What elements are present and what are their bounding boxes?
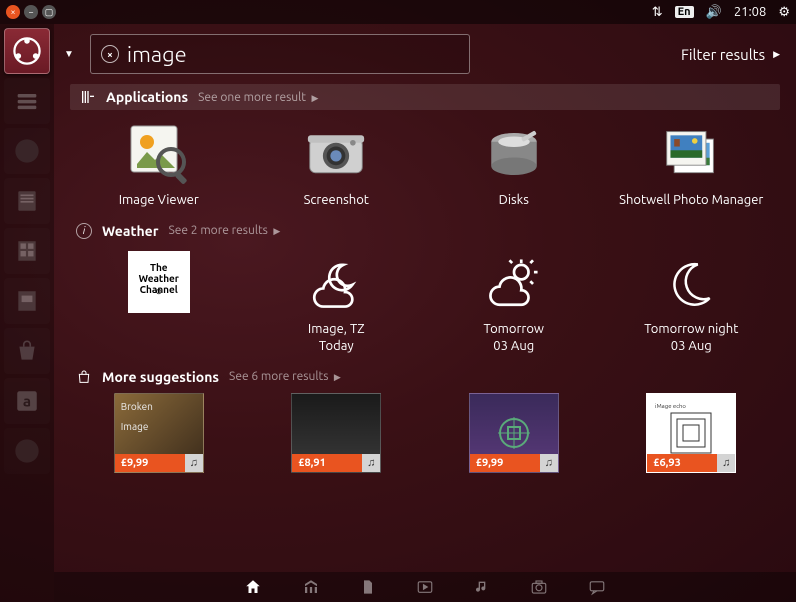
music-lens[interactable] <box>474 578 490 596</box>
weather-line1: Tomorrow <box>483 321 544 338</box>
shotwell-icon <box>659 122 723 186</box>
network-icon[interactable]: ⇅ <box>652 5 663 20</box>
keyboard-indicator[interactable]: En <box>675 6 694 18</box>
screenshot-icon <box>304 122 368 186</box>
applications-header[interactable]: Applications See one more result ▶ <box>70 84 780 110</box>
suggestions-grid: BrokenImage£9,99♫ £8,91♫ £9,99♫ iMage echo£… <box>70 393 780 473</box>
weather-grid: TheWeatherChannel®Image, TZTodayTomorrow… <box>70 247 780 359</box>
applications-lens[interactable] <box>302 578 320 596</box>
dash-button[interactable] <box>4 28 50 74</box>
suggestion-tile[interactable]: iMage echo£6,93♫ <box>646 393 736 473</box>
weather-tile[interactable]: Tomorrow night03 Aug <box>603 247 781 359</box>
app-label: Screenshot <box>304 192 369 209</box>
cloud-sun-icon <box>482 251 546 315</box>
applications-more[interactable]: See one more result ▶ <box>198 91 318 104</box>
app-label: Image Viewer <box>119 192 199 209</box>
weather-more[interactable]: See 2 more results ▶ <box>169 224 281 237</box>
dash: ▼ × Filter results ▶ Applications See on… <box>54 24 796 602</box>
search-box[interactable]: × <box>90 34 470 74</box>
info-icon[interactable]: i <box>76 223 92 239</box>
music-note-icon: ♫ <box>185 454 203 472</box>
twc-icon: TheWeatherChannel® <box>128 251 190 313</box>
weather-title: Weather <box>102 223 159 239</box>
app-label: Disks <box>499 192 529 209</box>
video-lens[interactable] <box>416 578 434 596</box>
firefox-icon[interactable] <box>4 128 50 174</box>
suggestions-more[interactable]: See 6 more results ▶ <box>229 370 341 383</box>
amazon-icon[interactable]: a <box>4 378 50 424</box>
clock[interactable]: 21:08 <box>734 5 767 19</box>
svg-text:a: a <box>23 392 31 409</box>
chevron-right-icon: ▶ <box>773 49 780 60</box>
moon-icon <box>659 251 723 315</box>
search-input[interactable] <box>127 42 459 67</box>
suggestion-tile[interactable]: BrokenImage£9,99♫ <box>114 393 204 473</box>
app-tile[interactable]: Image Viewer <box>70 118 248 213</box>
svg-text:iMage echo: iMage echo <box>655 403 686 410</box>
app-tile[interactable]: Disks <box>425 118 603 213</box>
launcher-item[interactable] <box>4 428 50 474</box>
music-note-icon: ♫ <box>717 454 735 472</box>
app-label: Shotwell Photo Manager <box>619 192 763 209</box>
social-lens[interactable] <box>588 578 606 596</box>
applications-title: Applications <box>106 89 188 105</box>
applications-grid: Image Viewer Screenshot Disks Shotwell Phot… <box>70 118 780 213</box>
window-controls: × − ▢ <box>6 5 56 19</box>
files-lens[interactable] <box>360 578 376 596</box>
top-panel: × − ▢ ⇅ En 🔊 21:08 ⚙ <box>0 0 796 24</box>
bag-icon <box>76 369 92 385</box>
launcher: a <box>0 24 54 602</box>
filter-label: Filter results <box>681 46 765 63</box>
image-viewer-icon <box>127 122 191 186</box>
indicator-area: ⇅ En 🔊 21:08 ⚙ <box>652 5 790 20</box>
app-tile[interactable]: Shotwell Photo Manager <box>603 118 781 213</box>
suggestions-header[interactable]: More suggestions See 6 more results ▶ <box>70 369 780 385</box>
weather-tile[interactable]: TheWeatherChannel® <box>70 247 248 359</box>
music-note-icon: ♫ <box>362 454 380 472</box>
search-row: ▼ × Filter results ▶ <box>70 34 780 74</box>
writer-icon[interactable] <box>4 178 50 224</box>
calc-icon[interactable] <box>4 228 50 274</box>
weather-line2: 03 Aug <box>493 338 534 355</box>
applications-icon <box>80 89 96 105</box>
lens-bar <box>54 572 796 602</box>
photos-lens[interactable] <box>530 578 548 596</box>
weather-line2: Today <box>319 338 354 355</box>
gear-icon[interactable]: ⚙ <box>778 5 790 20</box>
sound-icon[interactable]: 🔊 <box>706 5 722 20</box>
suggestions-title: More suggestions <box>102 369 219 385</box>
impress-icon[interactable] <box>4 278 50 324</box>
filter-results-button[interactable]: Filter results ▶ <box>681 46 780 63</box>
weather-line1: Image, TZ <box>308 321 365 338</box>
weather-line1: Tomorrow night <box>644 321 738 338</box>
weather-line2: 03 Aug <box>671 338 712 355</box>
weather-header[interactable]: i Weather See 2 more results ▶ <box>70 223 780 239</box>
weather-tile[interactable]: Tomorrow03 Aug <box>425 247 603 359</box>
files-icon[interactable] <box>4 78 50 124</box>
weather-tile[interactable]: Image, TZToday <box>248 247 426 359</box>
disks-icon <box>482 122 546 186</box>
app-tile[interactable]: Screenshot <box>248 118 426 213</box>
window-close-button[interactable]: × <box>6 5 20 19</box>
window-minimize-button[interactable]: − <box>24 5 38 19</box>
suggestion-tile[interactable]: £9,99♫ <box>469 393 559 473</box>
music-note-icon: ♫ <box>540 454 558 472</box>
clear-search-icon[interactable]: × <box>101 45 119 63</box>
cloud-moon-icon <box>304 251 368 315</box>
software-center-icon[interactable] <box>4 328 50 374</box>
suggestion-tile[interactable]: £8,91♫ <box>291 393 381 473</box>
home-lens[interactable] <box>244 578 262 596</box>
dropdown-caret-icon[interactable]: ▼ <box>64 48 74 60</box>
window-maximize-button[interactable]: ▢ <box>42 5 56 19</box>
